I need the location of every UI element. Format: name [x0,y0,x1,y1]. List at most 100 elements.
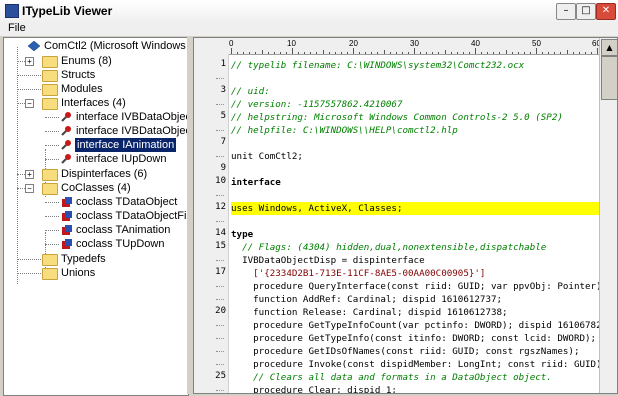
ruler-tick [359,52,361,54]
expand-icon[interactable]: + [25,57,34,66]
ruler-label: 20 [349,39,358,48]
gutter-marker [216,286,224,288]
tree-item-label: interface IVBDataObjectFiles [76,125,188,137]
ruler-tick [310,52,312,54]
ruler-tick [584,52,586,54]
ruler-tick [316,52,318,54]
ruler-tick [298,52,300,54]
tree-item-label: coclass TDataObject [76,196,178,208]
ruler-tick [304,52,306,54]
folder-open-icon [42,98,58,110]
tree-root-label: ComCtl2 (Microsoft Windows Common Contro… [44,40,188,52]
interface-key-icon [61,126,71,136]
ruler-tick [395,52,397,54]
gutter-marker [216,221,224,223]
code-text: procedure QueryInterface(const riid: GUI… [231,281,608,292]
ruler-tick [267,52,269,54]
ruler-tick [389,52,391,54]
gutter-marker [216,130,224,132]
code-editor[interactable]: 0 10 20 30 40 50 60 1 3 5 7 9 10 12 14 15 17 20 25 … [193,37,618,394]
ruler-tick [285,52,287,54]
code-line: procedure Clear; dispid 1; [231,384,397,393]
tree-guide [17,47,18,284]
ruler-tick [377,52,379,54]
menu-file[interactable]: File [8,22,26,34]
vertical-scrollbar[interactable]: ▲ [599,38,617,393]
code-comment: // version: -1157557862.4210067 [231,99,403,110]
code-line: procedure QueryInterface(const riid: GUI… [231,280,607,293]
ruler-label: 30 [410,39,419,48]
code-keyword: type [231,229,254,240]
collapse-icon[interactable]: − [25,99,34,108]
ruler-tick [237,52,239,54]
column-ruler: 0 10 20 30 40 50 60 [194,38,601,55]
window-title: ITypeLib Viewer [22,4,113,18]
ruler-tick [499,52,501,54]
ruler-tick [432,52,434,54]
gutter-marker [216,390,224,392]
ruler-tick [249,52,251,54]
minimize-button[interactable]: – [556,3,576,20]
code-comment: // helpfile: C:\WINDOWS\\HELP\comctl2.hl… [231,125,458,136]
ruler-tick [255,52,257,54]
ruler-tick [407,52,409,54]
close-button[interactable]: ✕ [596,3,616,20]
code-line: // helpstring: Microsoft Windows Common … [231,111,563,124]
code-line: procedure GetTypeInfoCount(var pctinfo: … [231,319,618,332]
expand-icon[interactable]: + [25,170,34,179]
line-number-gutter: 1 3 5 7 9 10 12 14 15 17 20 25 [194,54,229,393]
ruler-tick [365,52,367,54]
ruler-tick [590,52,592,54]
coclass-cube-icon [62,211,72,221]
ruler-tick [371,52,373,54]
gutter-marker [216,195,224,197]
ruler-tick [597,48,598,54]
ruler-tick [426,52,428,54]
maximize-button[interactable]: □ [576,3,596,20]
type-tree[interactable]: ComCtl2 (Microsoft Windows Common Contro… [3,37,189,396]
code-line: function AddRef: Cardinal; dispid 161061… [231,293,502,306]
code-string: ['{2334D2B1-713E-11CF-8AE5-00AA00C00905}… [231,268,486,279]
scroll-up-arrow-icon[interactable]: ▲ [601,39,617,56]
gutter-marker [216,325,224,327]
code-text: procedure Invoke(const dispidMember: Lon… [231,359,608,370]
code-line: IVBDataObjectDisp = dispinterface [231,254,425,267]
collapse-icon[interactable]: − [25,184,34,193]
line-number: 25 [215,371,226,381]
ruler-tick [578,52,580,54]
ruler-tick [401,52,403,54]
tree-item-label: interface IVBDataObject [76,111,189,123]
line-number: 3 [220,85,226,95]
folder-icon [42,84,58,96]
ruler-tick [243,52,245,54]
ruler-tick [548,52,550,54]
coclass-cube-icon [62,225,72,235]
ruler-tick [383,50,385,54]
library-icon [28,41,40,51]
ruler-tick [566,50,568,54]
ruler-tick [438,52,440,54]
code-text: procedure GetTypeInfoCount(var pctinfo: … [231,320,618,331]
ruler-tick [334,52,336,54]
folder-icon [42,56,58,68]
ruler-tick [542,52,544,54]
ruler-tick [554,52,556,54]
code-line: procedure GetTypeInfo(const itinfo: DWOR… [231,332,596,345]
menu-bar: File [0,22,618,36]
gutter-marker [216,78,224,80]
code-line: function Release: Cardinal; dispid 16106… [231,306,507,319]
code-line: // Flags: (4304) hidden,dual,nonextensib… [231,241,546,254]
scroll-thumb[interactable] [601,56,617,100]
coclass-cube-icon [62,239,72,249]
tree-item-label: Typedefs [61,253,106,265]
title-bar: ITypeLib Viewer – □ ✕ [0,0,618,23]
ruler-tick [468,52,470,54]
line-number: 5 [220,111,226,121]
ruler-tick [328,52,330,54]
ruler-tick [450,52,452,54]
gutter-marker [216,156,224,158]
line-number: 9 [220,163,226,173]
line-number: 10 [215,176,226,186]
ruler-tick [231,48,232,54]
ruler-tick [414,48,415,54]
